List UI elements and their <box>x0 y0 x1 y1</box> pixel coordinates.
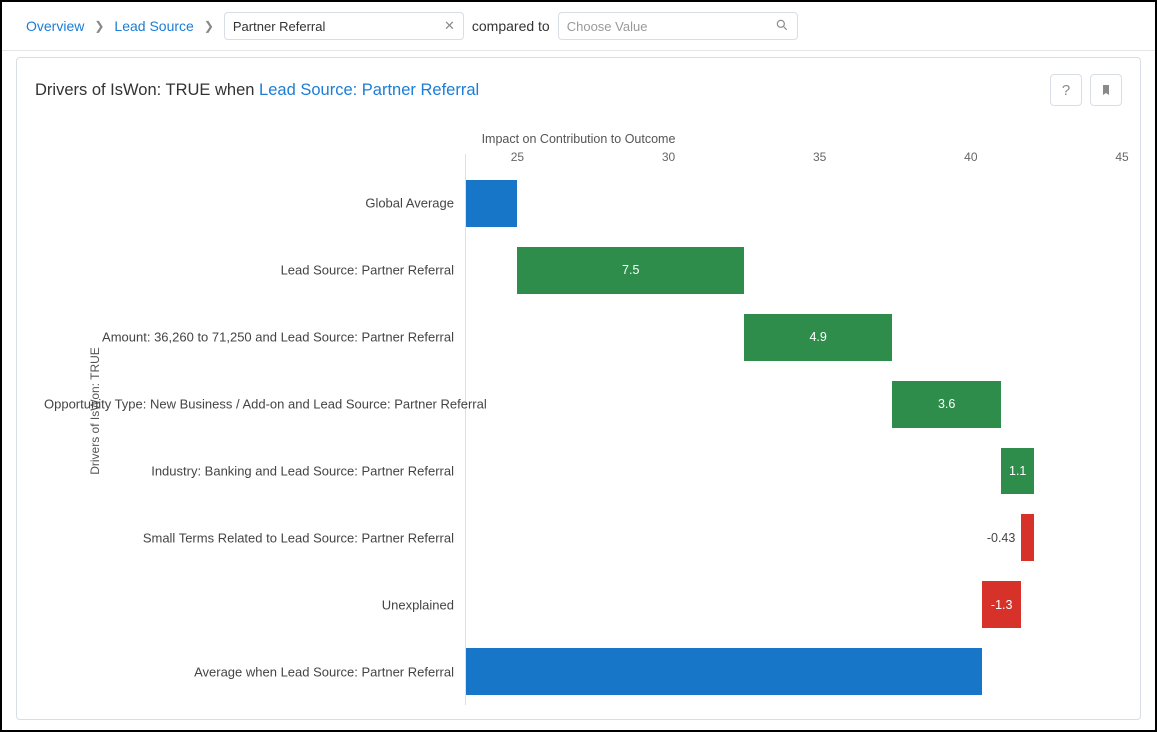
breadcrumb-bar: Overview ❯ Lead Source ❯ Partner Referra… <box>2 2 1155 51</box>
bar-segment[interactable]: -1.3 <box>982 581 1021 628</box>
bar-segment[interactable]: 1.1 <box>1001 448 1034 495</box>
drivers-card: Drivers of IsWon: TRUE when Lead Source:… <box>16 57 1141 720</box>
chart-row: Opportunity Type: New Business / Add-on … <box>466 371 1122 438</box>
row-label: Global Average <box>365 196 454 211</box>
compare-value-input[interactable]: Choose Value <box>558 12 798 40</box>
chevron-right-icon: ❯ <box>202 19 216 33</box>
bookmark-button[interactable] <box>1090 74 1122 106</box>
selected-value-input[interactable]: Partner Referral ✕ <box>224 12 464 40</box>
search-icon[interactable] <box>775 18 789 35</box>
compare-placeholder: Choose Value <box>567 19 775 34</box>
selected-value-text: Partner Referral <box>233 19 444 34</box>
bar-segment[interactable]: 3.6 <box>892 381 1001 428</box>
clear-icon[interactable]: ✕ <box>444 18 455 34</box>
row-label: Average when Lead Source: Partner Referr… <box>194 664 454 679</box>
card-title-link[interactable]: Lead Source: Partner Referral <box>259 81 479 99</box>
chart-row: Global Average <box>466 170 1122 237</box>
bar-segment[interactable] <box>1021 514 1034 561</box>
bar-segment[interactable] <box>466 648 982 695</box>
row-label: Amount: 36,260 to 71,250 and Lead Source… <box>102 330 454 345</box>
chevron-right-icon: ❯ <box>92 19 106 33</box>
chart-row: Amount: 36,260 to 71,250 and Lead Source… <box>466 304 1122 371</box>
row-label: Small Terms Related to Lead Source: Part… <box>143 530 454 545</box>
chart-row: Lead Source: Partner Referral7.5 <box>466 237 1122 304</box>
x-tick-label: 30 <box>662 150 675 164</box>
chart-row: Unexplained-1.3 <box>466 571 1122 638</box>
compared-to-label: compared to <box>472 18 550 34</box>
bar-segment[interactable] <box>466 180 517 227</box>
row-label: Opportunity Type: New Business / Add-on … <box>44 397 454 412</box>
bar-segment[interactable]: 7.5 <box>517 247 744 294</box>
x-axis-label: Impact on Contribution to Outcome <box>35 132 1122 146</box>
bar-segment[interactable]: 4.9 <box>744 314 892 361</box>
x-tick-label: 35 <box>813 150 826 164</box>
x-tick-label: 25 <box>511 150 524 164</box>
row-label: Lead Source: Partner Referral <box>281 263 454 278</box>
breadcrumb-leadsource[interactable]: Lead Source <box>114 18 193 34</box>
x-tick-label: 45 <box>1115 150 1128 164</box>
card-title: Drivers of IsWon: TRUE when Lead Source:… <box>35 81 479 100</box>
waterfall-chart: Impact on Contribution to Outcome Driver… <box>35 116 1122 705</box>
x-tick-label: 40 <box>964 150 977 164</box>
chart-row: Industry: Banking and Lead Source: Partn… <box>466 438 1122 505</box>
bar-value-label: -0.43 <box>987 531 1016 545</box>
row-label: Industry: Banking and Lead Source: Partn… <box>151 463 454 478</box>
chart-row: Average when Lead Source: Partner Referr… <box>466 638 1122 705</box>
help-button[interactable]: ? <box>1050 74 1082 106</box>
row-label: Unexplained <box>382 597 454 612</box>
breadcrumb-overview[interactable]: Overview <box>26 18 84 34</box>
chart-row: Small Terms Related to Lead Source: Part… <box>466 504 1122 571</box>
card-title-prefix: Drivers of IsWon: TRUE when <box>35 81 259 99</box>
